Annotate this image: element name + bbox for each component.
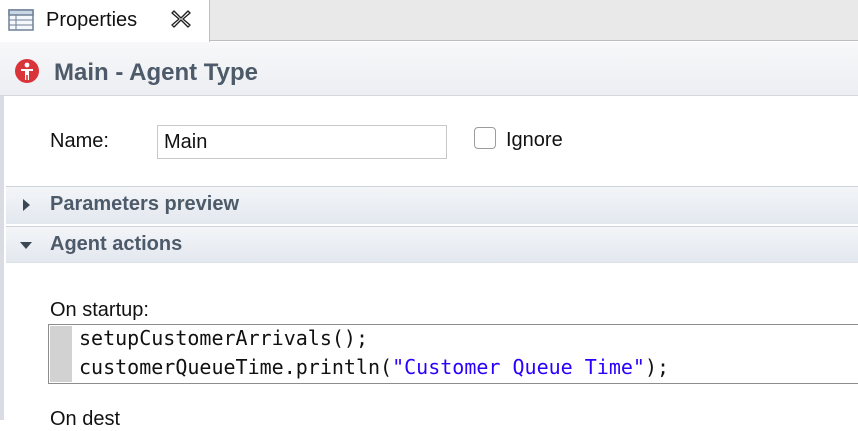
- agent-type-icon: [15, 59, 39, 83]
- table-icon: [8, 9, 34, 31]
- page-title: Main - Agent Type: [54, 59, 258, 86]
- tab-label: Properties: [46, 9, 138, 31]
- name-field[interactable]: Main: [157, 125, 447, 159]
- code-line: customerQueueTime.println("Customer Queu…: [79, 355, 670, 379]
- name-label: Name:: [50, 130, 109, 152]
- tab-properties[interactable]: Properties: [0, 0, 210, 42]
- ignore-label: Ignore: [506, 129, 563, 151]
- code-gutter: [50, 326, 72, 382]
- section-title: Agent actions: [50, 233, 183, 255]
- on-startup-label: On startup:: [50, 299, 149, 321]
- ignore-checkbox[interactable]: [474, 127, 496, 149]
- code-line: setupCustomerArrivals();: [79, 326, 368, 350]
- close-icon[interactable]: [170, 8, 192, 30]
- expand-right-icon: [23, 199, 30, 211]
- section-title: Parameters preview: [50, 193, 240, 215]
- on-startup-code-editor[interactable]: setupCustomerArrivals(); customerQueueTi…: [48, 324, 858, 384]
- collapse-down-icon: [20, 242, 32, 249]
- panel-left-edge: [0, 96, 4, 420]
- section-parameters-preview[interactable]: Parameters preview: [6, 186, 858, 224]
- section-agent-actions[interactable]: Agent actions: [6, 226, 858, 262]
